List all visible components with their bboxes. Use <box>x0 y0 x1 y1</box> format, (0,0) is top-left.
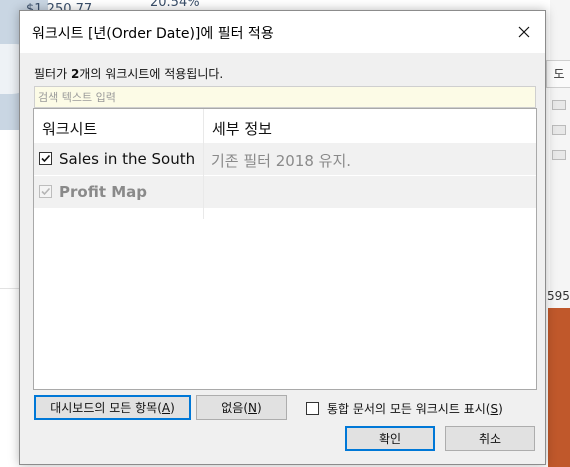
summary-suffix: 개의 워크시트에 적용됩니다. <box>79 67 224 81</box>
filter-summary: 필터가 2개의 워크시트에 적용됩니다. <box>34 65 223 82</box>
show-all-hotkey: S <box>490 401 499 416</box>
none-button[interactable]: 없음(N) <box>196 395 287 420</box>
background-control[interactable] <box>552 150 566 160</box>
table-row: Profit Map <box>34 175 536 208</box>
column-divider <box>203 109 204 219</box>
background-control[interactable] <box>552 125 566 135</box>
worksheet-detail: 기존 필터 2018 유지. <box>211 152 352 170</box>
show-all-label: 통합 문서의 모든 워크시트 표시 <box>327 401 486 416</box>
none-hotkey: N <box>248 400 258 415</box>
search-input[interactable] <box>34 86 536 108</box>
all-on-dashboard-hotkey: A <box>161 400 171 415</box>
apply-filter-dialog: 워크시트 [년(Order Date)]에 필터 적용 필터가 2개의 워크시트… <box>19 10 546 465</box>
dialog-title: 워크시트 [년(Order Date)]에 필터 적용 <box>32 26 274 42</box>
none-label: 없음 <box>221 401 244 415</box>
all-on-dashboard-button[interactable]: 대시보드의 모든 항목(A) <box>34 395 191 420</box>
show-all-worksheets-option[interactable]: 통합 문서의 모든 워크시트 표시(S) <box>306 399 503 417</box>
worksheet-table: 워크시트 세부 정보 Sales in the South 기존 필터 2018… <box>33 108 537 390</box>
dialog-titlebar: 워크시트 [년(Order Date)]에 필터 적용 <box>20 11 545 53</box>
show-all-worksheets-text: 통합 문서의 모든 워크시트 표시(S) <box>327 401 503 416</box>
show-all-worksheets-checkbox[interactable] <box>306 401 319 415</box>
background-axis-number: 595 <box>547 289 570 303</box>
worksheet-checkbox[interactable] <box>39 152 52 165</box>
background-tab[interactable]: 도 <box>546 60 570 88</box>
worksheet-checkbox <box>39 185 52 198</box>
table-row[interactable]: Sales in the South 기존 필터 2018 유지. <box>34 143 536 175</box>
background-chart-bar <box>548 308 570 467</box>
worksheet-name: Sales in the South <box>59 150 196 168</box>
cancel-button[interactable]: 취소 <box>445 426 535 451</box>
column-header-details[interactable]: 세부 정보 <box>212 118 272 139</box>
map-percent-label: 20.54% <box>150 0 200 10</box>
summary-prefix: 필터가 <box>34 67 71 81</box>
background-control[interactable] <box>552 100 566 110</box>
checkmark-icon <box>41 154 51 163</box>
all-on-dashboard-label: 대시보드의 모든 항목 <box>50 401 158 415</box>
table-header: 워크시트 세부 정보 <box>34 109 536 144</box>
ok-button[interactable]: 확인 <box>345 426 435 451</box>
worksheet-name: Profit Map <box>59 183 147 201</box>
close-icon <box>518 26 530 38</box>
checkmark-icon <box>41 187 51 196</box>
column-header-worksheet[interactable]: 워크시트 <box>42 118 97 139</box>
close-button[interactable] <box>509 17 539 47</box>
